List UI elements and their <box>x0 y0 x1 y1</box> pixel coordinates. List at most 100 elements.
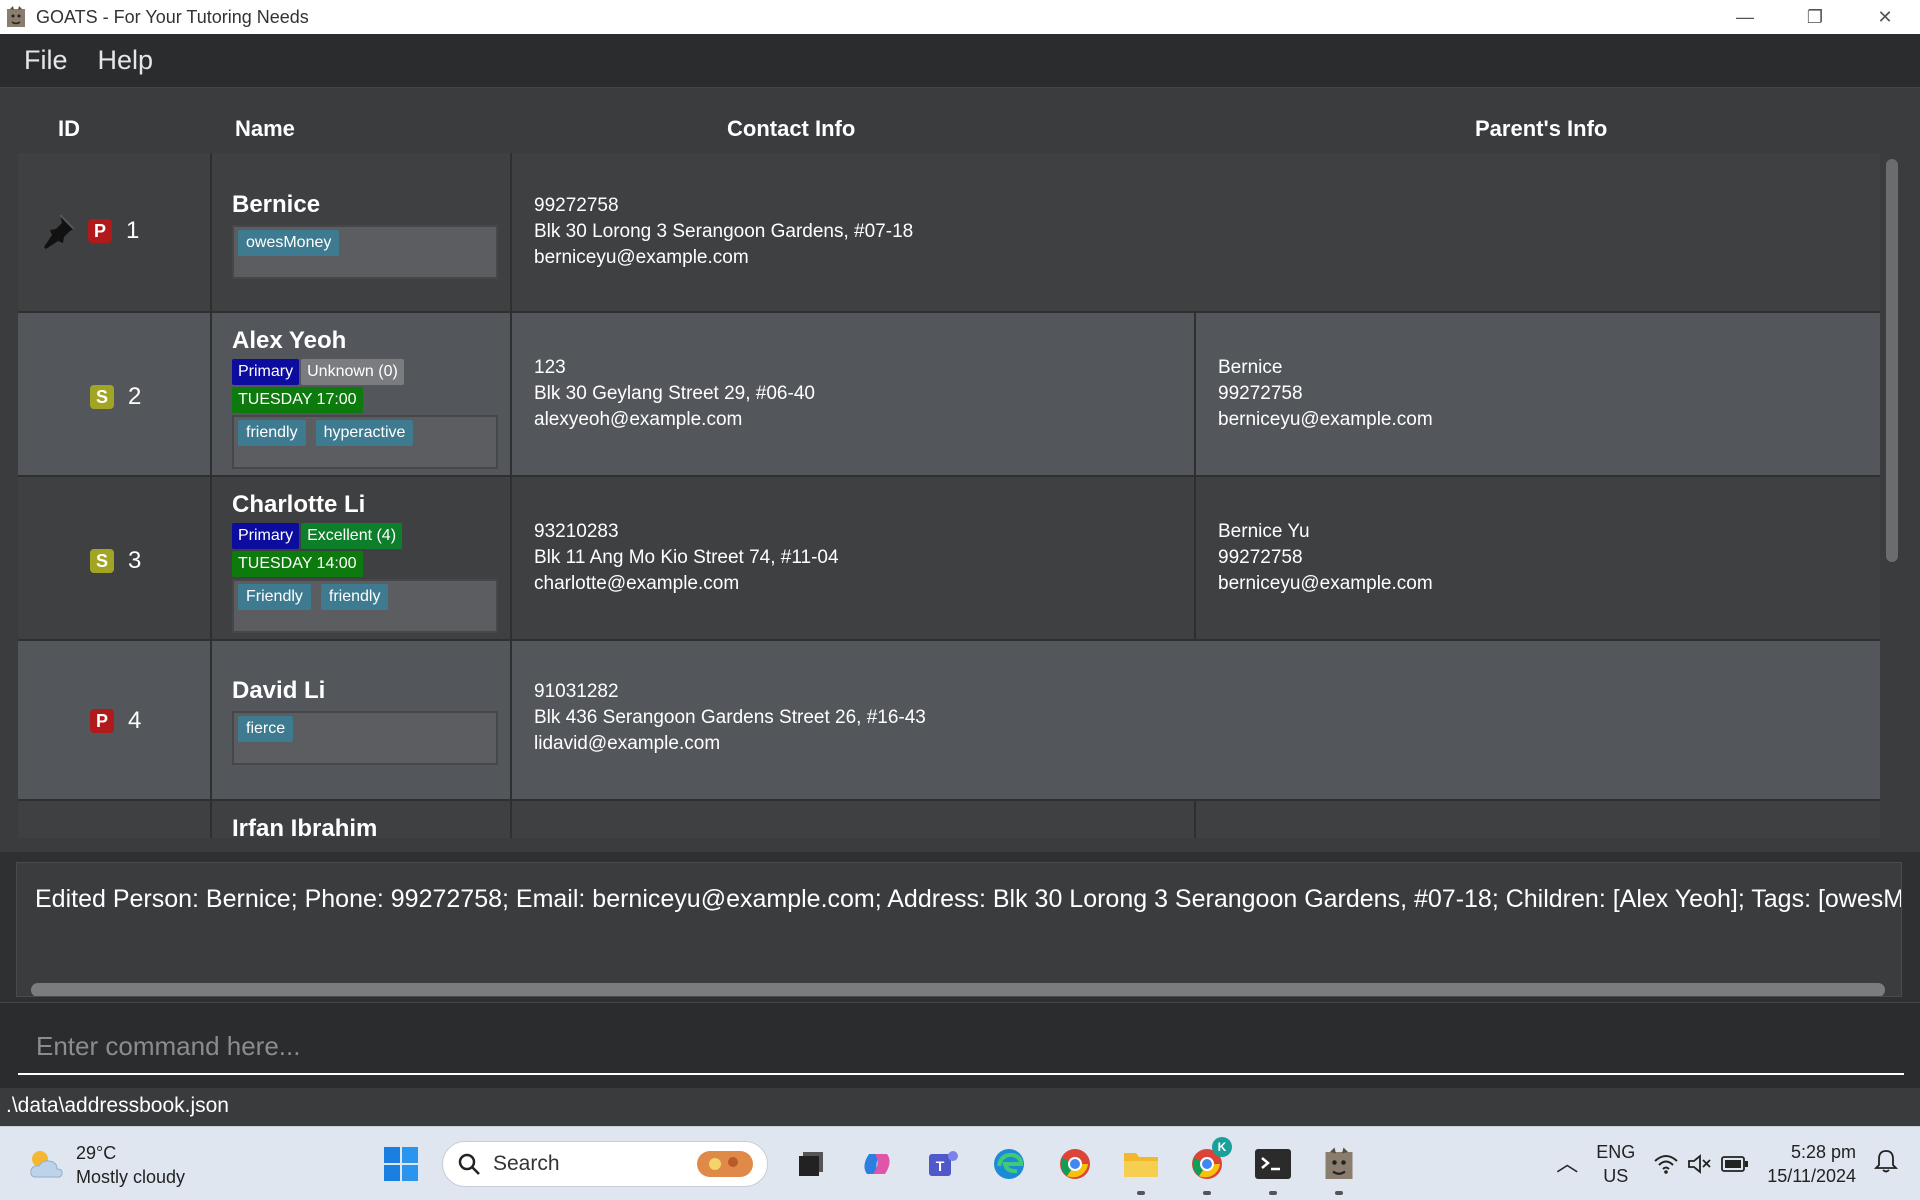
table-row[interactable]: S 3 Charlotte Li Primary Excellent (4) T… <box>18 477 1880 641</box>
notifications-button[interactable] <box>1873 1148 1899 1180</box>
email: charlotte@example.com <box>534 573 740 594</box>
chrome-button[interactable] <box>1050 1139 1100 1189</box>
tag-chip: owesMoney <box>238 230 340 256</box>
menu-help[interactable]: Help <box>98 45 154 76</box>
phone: 123 <box>534 357 566 378</box>
task-view-button[interactable] <box>786 1139 836 1189</box>
menu-file[interactable]: File <box>24 45 68 76</box>
person-id: 3 <box>128 547 142 574</box>
menu-bar: File Help <box>0 34 1920 88</box>
search-icon <box>458 1153 480 1175</box>
parent-badge: P <box>88 219 112 243</box>
goat-logo-icon <box>1325 1147 1353 1179</box>
phone: 99272758 <box>534 195 619 216</box>
list-scrollbar-thumb[interactable] <box>1886 159 1898 562</box>
email: berniceyu@example.com <box>534 247 749 268</box>
weather-description: Mostly cloudy <box>76 1167 186 1187</box>
address: Blk 11 Ang Mo Kio Street 74, #11-04 <box>534 547 839 568</box>
name-cell: Bernice owesMoney <box>212 153 512 311</box>
student-chips: Primary Unknown (0) <box>232 359 406 385</box>
lesson-time-chip: TUESDAY 17:00 <box>232 387 363 413</box>
chrome-profile-button[interactable]: K <box>1182 1137 1232 1195</box>
window-controls: — ❐ ✕ <box>1710 0 1920 34</box>
phone: 91031282 <box>534 681 619 702</box>
grade-chip: Excellent (4) <box>301 523 403 549</box>
goat-logo-icon <box>7 6 25 27</box>
parent-info: Bernice Yu 99272758 berniceyu@example.co… <box>1218 519 1433 597</box>
tag-box: friendly hyperactive <box>232 415 498 469</box>
file-explorer-button[interactable] <box>1116 1139 1166 1195</box>
close-button[interactable]: ✕ <box>1850 0 1920 34</box>
goats-window: GOATS - For Your Tutoring Needs — ❐ ✕ Fi… <box>0 0 1920 1200</box>
result-text: Edited Person: Bernice; Phone: 99272758;… <box>35 885 1902 913</box>
person-name: David Li <box>232 677 326 704</box>
table-row[interactable]: Irfan Ibrahim <box>18 801 1880 838</box>
folder-icon <box>1124 1153 1158 1177</box>
goats-app-button[interactable] <box>1314 1139 1364 1195</box>
battery-icon <box>1721 1156 1749 1172</box>
lesson-time-chip: TUESDAY 14:00 <box>232 551 363 577</box>
tag-box: owesMoney <box>232 225 498 279</box>
edge-icon <box>994 1149 1024 1179</box>
clock-date: 15/11/2024 <box>1767 1166 1856 1186</box>
list-scrollbar[interactable] <box>1882 154 1900 834</box>
contact-cell <box>512 801 1196 838</box>
address: Blk 30 Lorong 3 Serangoon Gardens, #07-1… <box>534 221 914 242</box>
chrome-icon <box>1060 1149 1090 1179</box>
email: lidavid@example.com <box>534 733 721 754</box>
address: Blk 436 Serangoon Gardens Street 26, #16… <box>534 707 926 728</box>
contact-info: 91031282 Blk 436 Serangoon Gardens Stree… <box>534 679 926 757</box>
minimize-button[interactable]: — <box>1710 0 1780 34</box>
taskbar-apps: Search T K <box>376 1137 1380 1195</box>
id-group: S 3 <box>90 547 141 575</box>
chevron-up-icon: ︿ <box>1556 1151 1579 1176</box>
restore-button[interactable]: ❐ <box>1780 0 1850 34</box>
parent-info: Bernice 99272758 berniceyu@example.com <box>1218 355 1433 433</box>
command-input[interactable] <box>18 1019 1904 1075</box>
show-hidden-icons-button[interactable]: ︿ <box>1556 1152 1578 1176</box>
column-header-id: ID <box>58 116 80 141</box>
terminal-button[interactable] <box>1248 1139 1298 1195</box>
student-chips: Primary Excellent (4) <box>232 523 404 549</box>
weather-temperature: 29°C <box>76 1143 117 1163</box>
contact-cell: 91031282 Blk 436 Serangoon Gardens Stree… <box>512 641 1880 799</box>
start-button[interactable] <box>376 1139 426 1189</box>
table-row[interactable]: P 4 David Li fierce 91031282 Blk 436 Ser… <box>18 641 1880 801</box>
level-chip: Primary <box>232 523 300 549</box>
table-row[interactable]: P 1 Bernice owesMoney 99272758 Blk 30 Lo… <box>18 153 1880 313</box>
system-tray: ︿ ENG US 5:28 pm 15/11/2024 <box>1556 1127 1920 1200</box>
clock[interactable]: 5:28 pm 15/11/2024 <box>1767 1140 1856 1188</box>
lesson-line: TUESDAY 14:00 <box>232 551 365 577</box>
parent-name: Bernice <box>1218 357 1283 378</box>
phone: 93210283 <box>534 521 619 542</box>
taskbar-search[interactable]: Search <box>442 1141 768 1187</box>
teams-button[interactable]: T <box>918 1139 968 1189</box>
copilot-icon <box>864 1154 890 1174</box>
profile-badge: K <box>1212 1137 1232 1157</box>
edge-button[interactable] <box>984 1139 1034 1189</box>
person-id: 1 <box>126 217 140 244</box>
column-header-name: Name <box>235 116 295 141</box>
id-cell: P 4 <box>18 641 212 799</box>
student-badge: S <box>90 385 114 409</box>
address: Blk 30 Geylang Street 29, #06-40 <box>534 383 815 404</box>
tag-chip: Friendly <box>238 584 311 610</box>
result-scrollbar-thumb[interactable] <box>31 983 1885 996</box>
parent-email: berniceyu@example.com <box>1218 409 1433 430</box>
person-name: Irfan Ibrahim <box>232 815 378 838</box>
weather-widget[interactable]: 29°C Mostly cloudy <box>26 1141 185 1189</box>
quick-settings-button[interactable] <box>1653 1153 1749 1175</box>
person-name: Alex Yeoh <box>232 327 347 354</box>
student-badge: S <box>90 549 114 573</box>
id-group: P 4 <box>90 707 141 735</box>
name-cell: Alex Yeoh Primary Unknown (0) TUESDAY 17… <box>212 313 512 475</box>
contact-info: 123 Blk 30 Geylang Street 29, #06-40 ale… <box>534 355 815 433</box>
status-bar: .\data\addressbook.json <box>0 1088 1920 1126</box>
result-display[interactable]: Edited Person: Bernice; Phone: 99272758;… <box>16 862 1902 997</box>
column-header-contact: Contact Info <box>727 116 856 141</box>
speaker-muted-icon <box>1688 1154 1711 1174</box>
person-name: Charlotte Li <box>232 491 366 518</box>
copilot-button[interactable] <box>852 1139 902 1189</box>
language-indicator[interactable]: ENG US <box>1596 1140 1635 1188</box>
table-row[interactable]: S 2 Alex Yeoh Primary Unknown (0) TUESDA… <box>18 313 1880 477</box>
